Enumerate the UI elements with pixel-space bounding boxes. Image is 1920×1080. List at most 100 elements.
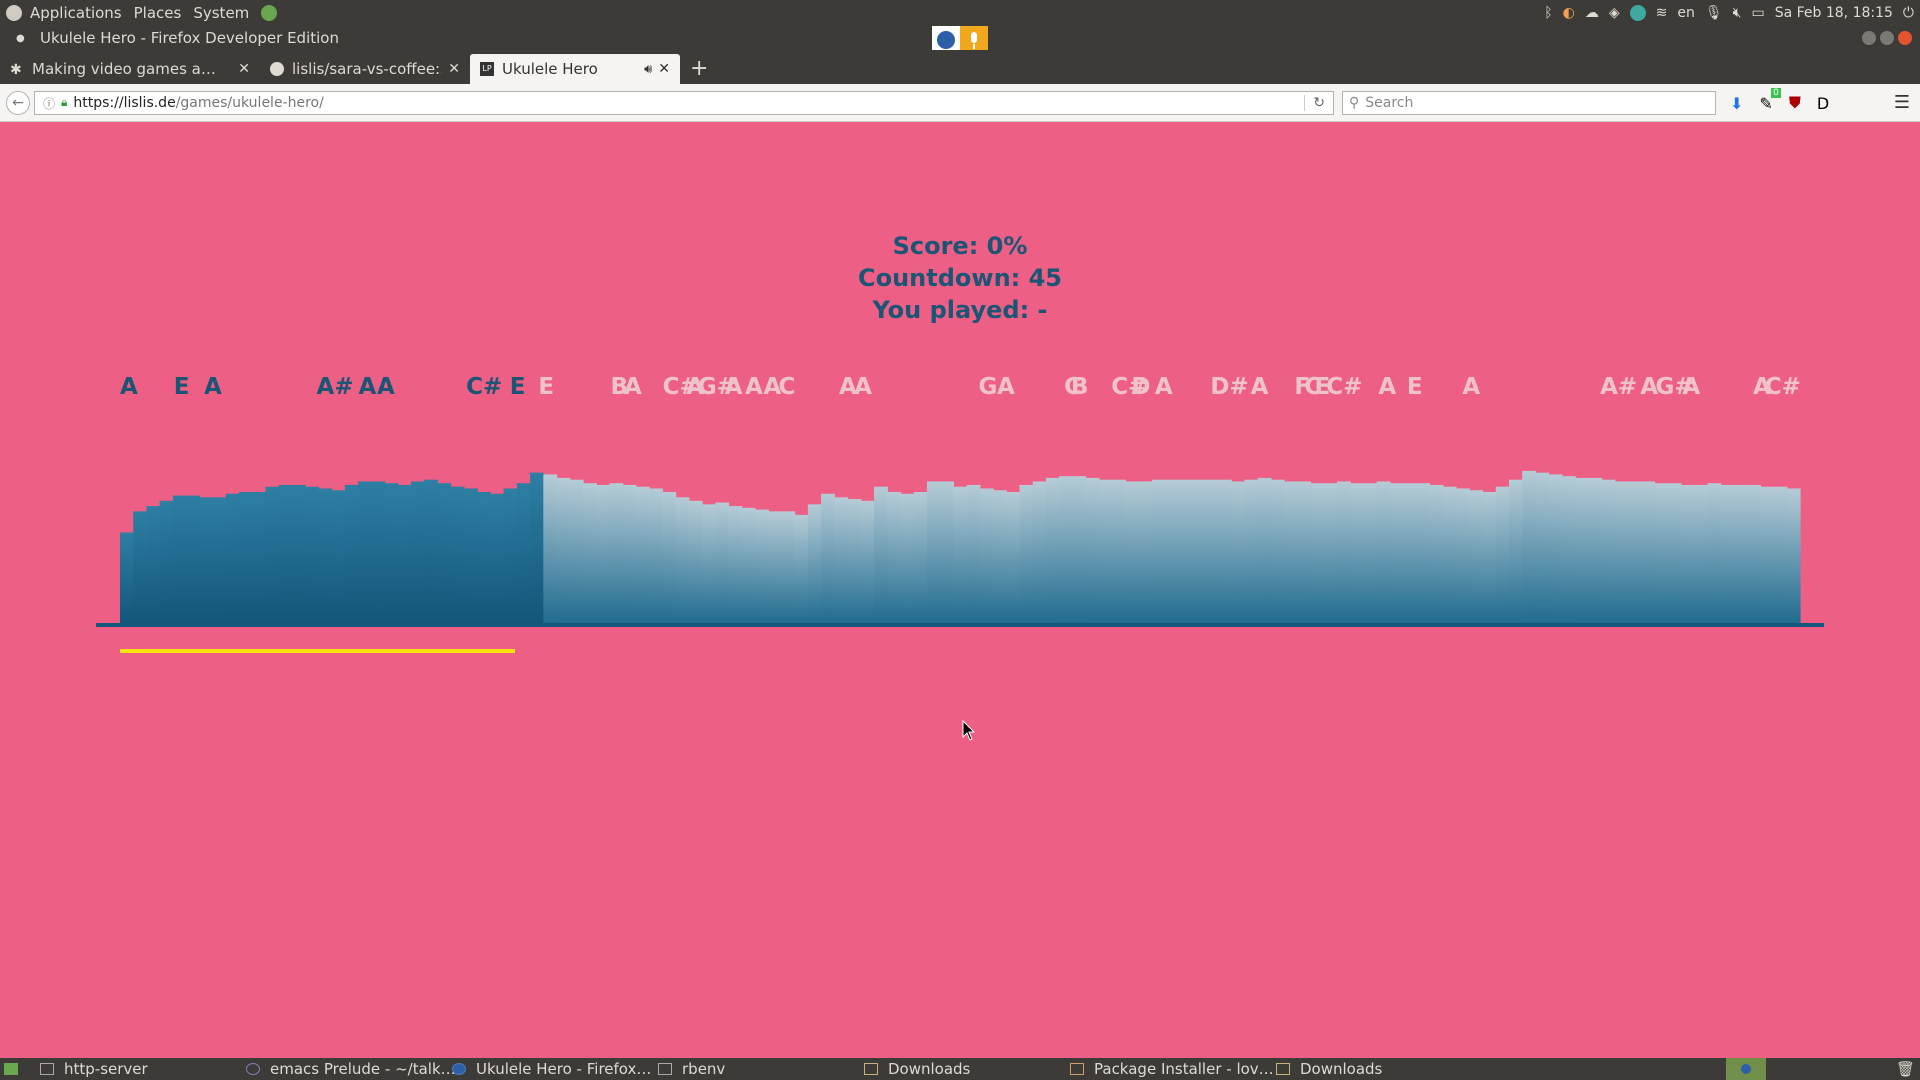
- workspace-switcher[interactable]: [1726, 1058, 1766, 1080]
- waveform-bar: [1297, 481, 1312, 624]
- waveform-bar: [1614, 481, 1629, 624]
- downloads-icon[interactable]: ⬇: [1730, 94, 1743, 113]
- cloud-sync-icon[interactable]: ☁: [1585, 5, 1599, 21]
- waveform-baseline: [96, 623, 1824, 627]
- close-window-button[interactable]: [1898, 31, 1912, 45]
- ublock-origin-icon[interactable]: ⛊: [1789, 93, 1801, 113]
- taskbar-item-downloads-2[interactable]: Downloads: [1276, 1058, 1382, 1080]
- taskbar-label: rbenv: [682, 1060, 726, 1078]
- dropbox-icon[interactable]: ◈: [1609, 5, 1620, 21]
- clock[interactable]: Sa Feb 18, 18:15: [1775, 5, 1893, 21]
- search-input[interactable]: ⚲ Search: [1342, 91, 1716, 115]
- waveform-bar: [1469, 490, 1484, 624]
- song-progress-bar: [120, 649, 515, 653]
- waveform-bar: [1561, 476, 1576, 624]
- power-icon[interactable]: ⏻: [1903, 5, 1914, 21]
- waveform-bar: [702, 504, 716, 624]
- maximize-window-button[interactable]: [1880, 31, 1894, 45]
- new-tab-button[interactable]: +: [690, 54, 708, 84]
- waveform-bar: [1376, 481, 1391, 624]
- waveform-bar: [1350, 483, 1365, 624]
- battery-icon[interactable]: ▭: [1751, 5, 1764, 21]
- night-light-icon[interactable]: ◐: [1563, 5, 1575, 21]
- waveform-bar: [252, 492, 267, 624]
- waveform-bar: [1231, 481, 1246, 624]
- url-bar[interactable]: ⓘ 🔒︎ https://lislis.de/games/ukulele-her…: [34, 91, 1334, 115]
- url-path: /games/ukulele-hero/: [175, 95, 324, 111]
- secure-lock-icon[interactable]: 🔒︎: [61, 95, 67, 112]
- waveform-bar: [463, 488, 478, 624]
- emacs-icon: [246, 1063, 260, 1075]
- waveform-bar: [1628, 481, 1642, 624]
- menu-system[interactable]: System: [193, 4, 249, 22]
- waveform-bar: [516, 483, 531, 624]
- url-text[interactable]: https://lislis.de/games/ukulele-hero/: [73, 95, 323, 111]
- tab-lislis-sara-vs-coffee[interactable]: lislis/sara-vs-coffee:… ✕: [260, 54, 470, 84]
- waveform-bar: [966, 484, 981, 624]
- tab-close-icon[interactable]: ✕: [238, 61, 250, 77]
- waveform-bar: [1165, 479, 1179, 624]
- taskbar-item-http-server[interactable]: http-server: [40, 1058, 148, 1080]
- site-info-icon[interactable]: ⓘ: [43, 95, 55, 112]
- waveform-bar: [1178, 479, 1193, 624]
- waveform-bar: [212, 497, 227, 624]
- waveform-bar: [199, 497, 214, 624]
- keyboard-layout-indicator[interactable]: en: [1677, 5, 1695, 21]
- waveform-bar: [437, 483, 452, 624]
- waveform-bar: [397, 484, 412, 624]
- tab-close-icon[interactable]: ✕: [658, 61, 670, 77]
- waveform-bar: [291, 484, 306, 624]
- ubuntu-logo-icon[interactable]: [6, 5, 22, 21]
- menu-applications[interactable]: Applications: [30, 4, 122, 22]
- waveform-bar: [1403, 483, 1417, 624]
- waveform-bar: [305, 486, 320, 624]
- taskbar-item-downloads-1[interactable]: Downloads: [864, 1058, 970, 1080]
- waveform-bar: [384, 483, 399, 624]
- taskbar-item-package-installer[interactable]: Package Installer - lov…: [1070, 1058, 1274, 1080]
- waveform-bars: [120, 470, 1801, 624]
- waveform-bar: [1760, 486, 1775, 624]
- bluetooth-icon[interactable]: ᛒ: [1544, 5, 1552, 21]
- waveform-bar: [1085, 477, 1100, 624]
- window-title: Ukulele Hero - Firefox Developer Edition: [40, 29, 339, 47]
- tab-label: lislis/sara-vs-coffee:…: [292, 60, 443, 78]
- back-button[interactable]: ←: [6, 91, 30, 115]
- addon-icon[interactable]: ✎ 0: [1759, 87, 1781, 113]
- waveform-bar: [318, 488, 333, 624]
- tab-audio-playing-icon[interactable]: 🔊︎: [644, 62, 652, 77]
- minimize-window-button[interactable]: [1862, 31, 1876, 45]
- app-indicator-icon[interactable]: [1629, 5, 1646, 21]
- reload-icon[interactable]: ↻: [1304, 95, 1325, 111]
- wifi-icon[interactable]: ≋: [1656, 5, 1668, 21]
- taskbar-item-emacs[interactable]: emacs Prelude - ~/talk…: [246, 1058, 456, 1080]
- trash-icon[interactable]: 🗑︎: [1896, 1058, 1915, 1080]
- waveform-bar: [1786, 488, 1801, 624]
- devtools-icon[interactable]: D: [1817, 94, 1829, 113]
- menu-places[interactable]: Places: [134, 4, 182, 22]
- waveform-bar: [741, 507, 756, 624]
- taskbar-item-rbenv[interactable]: rbenv: [658, 1058, 725, 1080]
- waveform-bar: [1720, 484, 1735, 624]
- waveform-bar: [821, 493, 835, 624]
- waveform-bar: [225, 493, 240, 624]
- taskbar-label: Ukulele Hero - Firefox…: [476, 1060, 652, 1078]
- waveform-bar: [1588, 477, 1603, 624]
- hamburger-menu-icon[interactable]: ☰: [1894, 92, 1910, 113]
- microphone-icon[interactable]: 🎙︎: [1705, 5, 1723, 21]
- addon-badge: 0: [1771, 87, 1781, 98]
- waveform-bar: [120, 532, 134, 624]
- tab-close-icon[interactable]: ✕: [448, 61, 460, 77]
- search-icon: ⚲: [1349, 95, 1360, 111]
- volume-muted-icon[interactable]: 🔇︎: [1733, 5, 1742, 21]
- network-globe-icon[interactable]: [261, 5, 278, 21]
- tab-label: Making video games a…: [32, 60, 216, 78]
- tab-ukulele-hero[interactable]: LP Ukulele Hero 🔊︎ ✕: [470, 54, 680, 84]
- waveform-bar: [1773, 486, 1788, 624]
- taskbar-item-firefox[interactable]: Ukulele Hero - Firefox…: [452, 1058, 651, 1080]
- show-desktop-button[interactable]: [4, 1058, 18, 1080]
- waveform-bar: [1045, 477, 1060, 624]
- waveform-bar: [834, 497, 849, 624]
- waveform-bar: [146, 506, 161, 624]
- tab-making-video-games[interactable]: ✱ Making video games a… ✕: [0, 54, 260, 84]
- waveform-bar: [794, 514, 809, 624]
